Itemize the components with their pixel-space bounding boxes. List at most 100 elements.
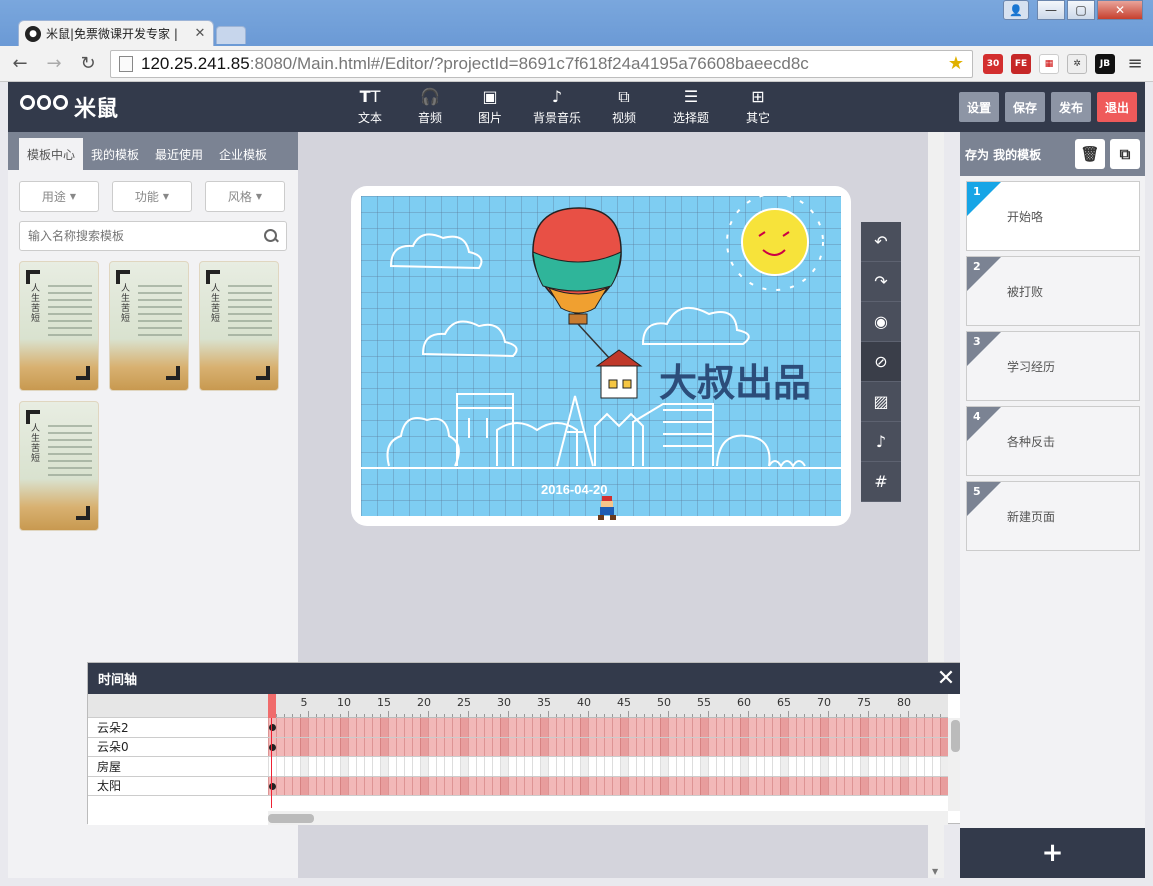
extension-badge-icon[interactable]: 30 bbox=[983, 53, 1003, 74]
user-profile-icon[interactable]: 👤 bbox=[1003, 0, 1029, 20]
ruler-tick bbox=[556, 714, 557, 717]
timeline-grid[interactable]: 5 10 15 20 25 30 35 40 45 50 55 60 65 70 75 80 bbox=[268, 694, 948, 825]
ruler-tick bbox=[908, 711, 909, 717]
track-name[interactable]: 房屋 bbox=[88, 757, 268, 777]
ruler-label: 45 bbox=[617, 696, 631, 709]
ruler-label: 10 bbox=[337, 696, 351, 709]
template-thumbnail[interactable]: 人生苦短 bbox=[19, 261, 99, 391]
trash-icon[interactable]: 🗑 bbox=[1075, 139, 1105, 169]
slide-stage[interactable]: 大叔出品 2016-04-20 bbox=[361, 196, 841, 516]
browser-tab-active[interactable]: ● 米鼠|免票微课开发专家 | ✕ bbox=[18, 20, 214, 46]
tool-label: 视频 bbox=[611, 111, 636, 125]
tab-enterprise[interactable]: 企业模板 bbox=[211, 138, 275, 170]
frame-corner bbox=[26, 410, 40, 424]
browser-menu-icon[interactable]: ≡ bbox=[1125, 53, 1145, 74]
page-card[interactable]: 3 学习经历 bbox=[966, 331, 1140, 401]
ruler-tick bbox=[764, 714, 765, 717]
address-bar[interactable]: 120.25.241.85:8080/Main.html#/Editor/?pr… bbox=[110, 49, 973, 78]
search-icon[interactable] bbox=[264, 229, 278, 243]
extension-jb-icon[interactable]: JB bbox=[1095, 53, 1115, 74]
template-filters: 用途 ▼ 功能 ▼ 风格 ▼ bbox=[8, 170, 298, 212]
eye-icon[interactable]: ◉ bbox=[861, 302, 901, 342]
template-search bbox=[19, 221, 287, 251]
ruler-tick bbox=[468, 711, 469, 717]
window-close-button[interactable]: ✕ bbox=[1097, 0, 1143, 20]
copy-icon[interactable]: ⧉ bbox=[1110, 139, 1140, 169]
track-name[interactable]: 云朵0 bbox=[88, 738, 268, 757]
template-thumbnail[interactable]: 人生苦短 bbox=[109, 261, 189, 391]
scroll-thumb[interactable] bbox=[951, 720, 960, 752]
sun bbox=[726, 196, 824, 291]
tool-image[interactable]: ▣ 图片 bbox=[460, 82, 520, 132]
track-row-house[interactable] bbox=[268, 757, 948, 777]
ruler-tick bbox=[452, 714, 453, 717]
tab-close-icon[interactable]: ✕ bbox=[193, 26, 207, 41]
ruler-tick bbox=[716, 714, 717, 717]
ruler-tick bbox=[668, 711, 669, 717]
template-thumbnail[interactable]: 人生苦短 bbox=[19, 401, 99, 531]
timeline-ruler[interactable]: 5 10 15 20 25 30 35 40 45 50 55 60 65 70 75 80 bbox=[268, 694, 948, 718]
music-note-icon[interactable]: ♪ bbox=[861, 422, 901, 462]
extension-bug-icon[interactable]: ✲ bbox=[1067, 53, 1087, 74]
eye-off-icon[interactable]: ⊘ bbox=[861, 342, 901, 382]
template-search-input[interactable] bbox=[28, 229, 264, 243]
tab-recent[interactable]: 最近使用 bbox=[147, 138, 211, 170]
tool-label: 图片 bbox=[477, 111, 502, 125]
exit-button[interactable]: 退出 bbox=[1096, 92, 1137, 122]
track-row-sun[interactable] bbox=[268, 776, 948, 796]
minimize-button[interactable]: — bbox=[1037, 0, 1065, 20]
page-card[interactable]: 1 开始咯 bbox=[966, 181, 1140, 251]
playhead-line bbox=[271, 718, 272, 808]
save-as-template-label[interactable]: 存为 我的模板 bbox=[965, 146, 1041, 163]
filter-style-dropdown[interactable]: 风格 ▼ bbox=[205, 181, 285, 212]
page-card[interactable]: 2 被打败 bbox=[966, 256, 1140, 326]
save-button[interactable]: 保存 bbox=[1004, 92, 1045, 122]
bookmark-star-icon[interactable]: ★ bbox=[948, 53, 964, 74]
close-icon[interactable]: ✕ bbox=[931, 666, 961, 691]
redo-icon[interactable]: ↷ bbox=[861, 262, 901, 302]
tab-template-center[interactable]: 模板中心 bbox=[19, 138, 84, 170]
tool-background-music[interactable]: ♪ 背景音乐 bbox=[520, 82, 594, 132]
new-tab-button[interactable] bbox=[216, 26, 246, 44]
extension-calendar-icon[interactable]: ▦ bbox=[1039, 53, 1059, 74]
undo-icon[interactable]: ↶ bbox=[861, 222, 901, 262]
extension-fe-icon[interactable]: FE bbox=[1011, 53, 1031, 74]
forward-arrow-icon[interactable]: → bbox=[42, 53, 66, 74]
ruler-tick bbox=[756, 714, 757, 717]
page-card[interactable]: 5 新建页面 bbox=[966, 481, 1140, 551]
ruler-tick bbox=[300, 714, 301, 717]
ruler-tick bbox=[516, 714, 517, 717]
maximize-button[interactable]: ▢ bbox=[1067, 0, 1095, 20]
page-card[interactable]: 4 各种反击 bbox=[966, 406, 1140, 476]
settings-button[interactable]: 设置 bbox=[958, 92, 999, 122]
ruler-tick bbox=[836, 714, 837, 717]
playhead[interactable] bbox=[268, 694, 276, 718]
track-row-cloud2[interactable] bbox=[268, 718, 948, 738]
tool-video[interactable]: ⧉ 视频 bbox=[594, 82, 654, 132]
tool-quiz[interactable]: ☰ 选择题 bbox=[654, 82, 728, 132]
back-arrow-icon[interactable]: ← bbox=[8, 53, 32, 74]
ruler-tick bbox=[780, 714, 781, 717]
timeline-horizontal-scrollbar[interactable] bbox=[268, 811, 948, 825]
tool-label: 音频 bbox=[417, 111, 442, 125]
scroll-thumb[interactable] bbox=[268, 814, 314, 823]
timeline-panel: 时间轴 ✕ 云朵2 云朵0 房屋 太阳 5 10 15 20 25 30 35 40 45 50 5… bbox=[87, 662, 963, 825]
template-thumbnail[interactable]: 人生苦短 bbox=[199, 261, 279, 391]
layer-icon[interactable]: ▨ bbox=[861, 382, 901, 422]
tab-my-templates[interactable]: 我的模板 bbox=[83, 138, 147, 170]
add-page-button[interactable]: + bbox=[960, 828, 1145, 878]
reload-icon[interactable]: ↻ bbox=[76, 53, 100, 74]
scroll-down-arrow-icon[interactable]: ▼ bbox=[932, 867, 938, 876]
track-name[interactable]: 云朵2 bbox=[88, 718, 268, 738]
track-row-cloud0[interactable] bbox=[268, 737, 948, 757]
filter-purpose-dropdown[interactable]: 用途 ▼ bbox=[19, 181, 99, 212]
grid-icon[interactable]: # bbox=[861, 462, 901, 502]
tool-text[interactable]: TT 文本 bbox=[340, 82, 400, 132]
tool-audio[interactable]: 🎧 音频 bbox=[400, 82, 460, 132]
mario-sprite-icon[interactable] bbox=[596, 496, 618, 522]
track-name[interactable]: 太阳 bbox=[88, 777, 268, 796]
publish-button[interactable]: 发布 bbox=[1050, 92, 1091, 122]
tool-label: 背景音乐 bbox=[532, 111, 581, 125]
tool-other[interactable]: ⊞ 其它 bbox=[728, 82, 788, 132]
filter-function-dropdown[interactable]: 功能 ▼ bbox=[112, 181, 192, 212]
